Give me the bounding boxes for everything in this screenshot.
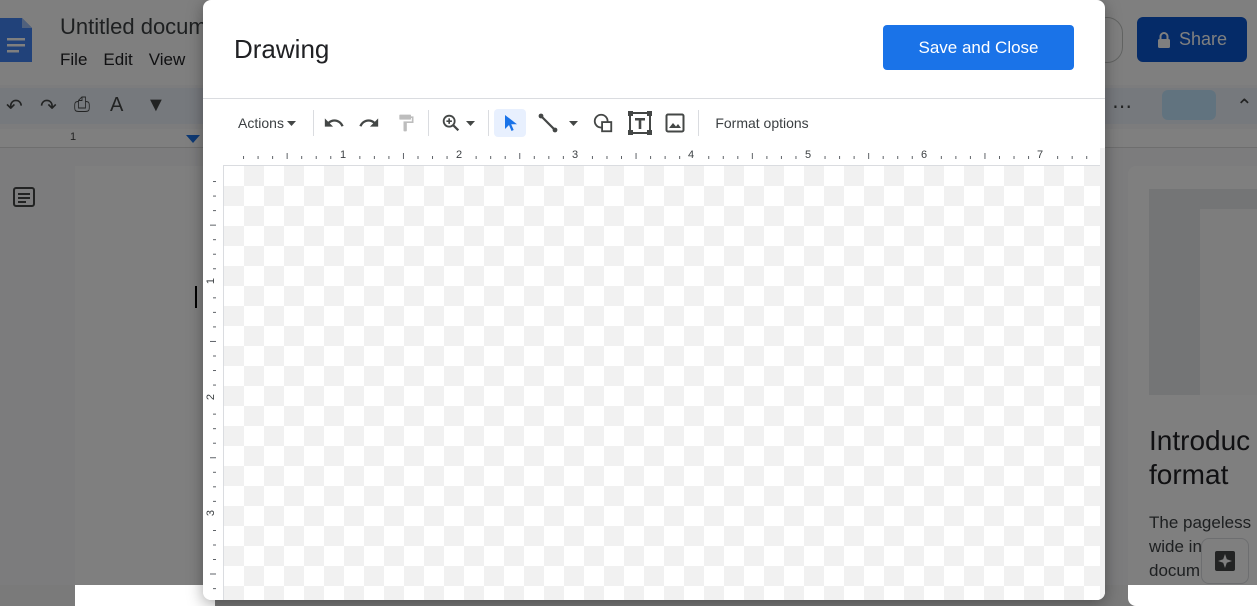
redo-button[interactable] (355, 109, 383, 137)
zoom-button[interactable] (435, 109, 479, 137)
paint-format-button[interactable] (392, 109, 420, 137)
shape-tool-button[interactable] (589, 109, 617, 137)
toolbar-separator (488, 110, 489, 136)
line-icon (538, 113, 558, 133)
ruler-number: 2 (456, 149, 463, 161)
toolbar-separator (313, 110, 314, 136)
select-icon (505, 115, 517, 131)
drawing-dialog: Drawing Save and Close Actions Format op… (203, 0, 1105, 600)
actions-label: Actions (238, 115, 284, 131)
redo-icon (359, 118, 379, 127)
dialog-title: Drawing (234, 34, 330, 64)
chevron-down-icon (286, 120, 296, 126)
line-type-dropdown[interactable] (565, 109, 581, 137)
format-options-button[interactable]: Format options (707, 109, 817, 137)
chevron-down-icon (568, 120, 578, 126)
ruler-number: 4 (688, 149, 695, 161)
undo-icon (324, 118, 344, 127)
text-box-button[interactable] (626, 109, 654, 137)
text-box-icon (628, 111, 652, 135)
image-icon (665, 113, 685, 133)
ruler-number: 2 (205, 393, 218, 401)
ruler-number: 3 (205, 509, 218, 517)
horizontal-ruler[interactable]: 1 2 3 4 5 6 7 (223, 147, 1102, 166)
ruler-number: 7 (1037, 149, 1044, 161)
canvas-edge (1100, 148, 1105, 600)
image-button[interactable] (661, 109, 689, 137)
select-tool-button[interactable] (494, 109, 526, 137)
ruler-number: 5 (805, 149, 812, 161)
line-tool-button[interactable] (533, 109, 563, 137)
ruler-number: 6 (921, 149, 928, 161)
ruler-ticks (210, 181, 216, 590)
ruler-number: 1 (340, 149, 347, 161)
drawing-toolbar: Actions Format options (203, 99, 1105, 147)
toolbar-separator (698, 110, 699, 136)
save-and-close-button[interactable]: Save and Close (883, 25, 1074, 70)
vertical-ruler[interactable]: 1 2 3 (203, 165, 224, 600)
zoom-icon (442, 114, 459, 132)
actions-menu-button[interactable]: Actions (231, 109, 303, 137)
ruler-ticks (243, 153, 1102, 159)
paint-format-icon (399, 114, 414, 132)
undo-button[interactable] (320, 109, 348, 137)
shape-icon (593, 113, 613, 133)
drawing-canvas[interactable] (224, 166, 1100, 600)
ruler-number: 1 (205, 277, 218, 285)
ruler-number: 3 (572, 149, 579, 161)
chevron-down-icon (465, 120, 475, 126)
toolbar-separator (428, 110, 429, 136)
